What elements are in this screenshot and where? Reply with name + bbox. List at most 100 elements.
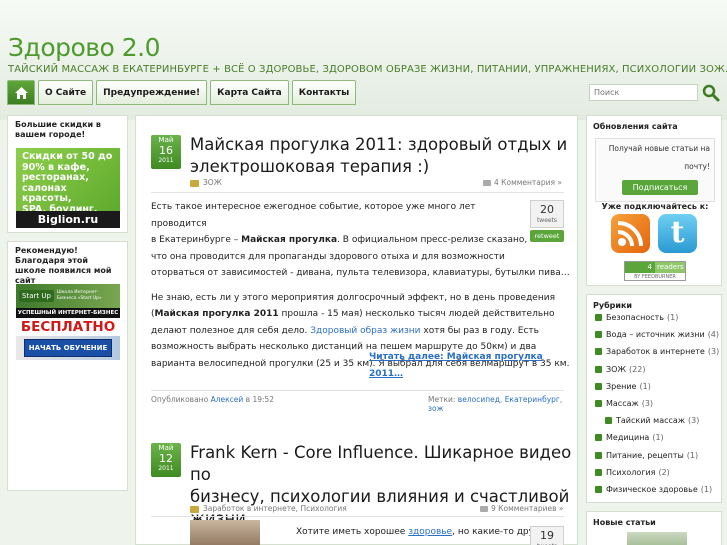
nav-warning[interactable]: Предупреждение!: [96, 80, 208, 105]
startup-banner[interactable]: Start Up Школа Интернет-Бизнеса «Start U…: [16, 284, 120, 360]
rubric-count: (1): [686, 450, 699, 460]
rubric-item[interactable]: Заработок в интернете (3): [595, 347, 719, 356]
start-learning-button[interactable]: НАЧАТЬ ОБУЧЕНИЕ: [23, 339, 113, 357]
rubric-item[interactable]: Массаж (3): [595, 399, 653, 408]
banner-line: салонах красоты,: [22, 182, 72, 204]
tweet-count: 19: [540, 529, 554, 542]
folder-icon: [595, 348, 602, 356]
divider: [151, 516, 564, 517]
rubric-count: (1): [652, 433, 664, 443]
subscribe-button[interactable]: Подписаться: [622, 180, 698, 195]
rubric-count: (1): [700, 485, 713, 494]
post-excerpt: Хотите иметь хорошее здоровье, но какие-…: [296, 527, 551, 537]
post-comments-link[interactable]: 9 Комментариев »: [491, 504, 564, 513]
text-line: делают полезное для себя дело. Здоровый …: [151, 325, 539, 336]
post-category-link[interactable]: Заработок в интернете, Психология: [203, 504, 347, 513]
post-title-line[interactable]: Майская прогулка 2011: здоровый отдых и: [190, 134, 567, 156]
twitter-icon[interactable]: t: [658, 214, 697, 253]
rubric-label[interactable]: ЗОЖ: [606, 365, 626, 374]
rss-icon[interactable]: [611, 214, 650, 253]
rubric-item[interactable]: Медицина (1): [595, 433, 664, 442]
bold-keyword: Майская прогулка: [241, 235, 338, 245]
rubric-item[interactable]: Тайский массаж (3): [605, 416, 699, 425]
post-excerpt: Есть такое интересное ежегодное событие,…: [151, 183, 570, 372]
rubric-label[interactable]: Вода – источник жизни: [606, 330, 705, 339]
rubric-label[interactable]: Зрение: [606, 382, 636, 391]
text-line: (Майская прогулка 2011 прошла - 15 мая) …: [151, 309, 555, 319]
rubric-item[interactable]: Зрение (1): [595, 382, 651, 391]
tag-link[interactable]: Екатеринбург: [505, 395, 560, 404]
nav-home-button[interactable]: [7, 80, 35, 105]
new-article-thumb[interactable]: [627, 532, 687, 545]
rubric-count: (3): [641, 399, 654, 408]
main-content: Май 16 2011 Майская прогулка 2011: здоро…: [135, 115, 578, 545]
subscribe-box: Получай новые статьи на почту! Подписать…: [595, 138, 715, 202]
rubric-label[interactable]: Медицина: [606, 433, 649, 442]
tweet-count: 20: [540, 203, 554, 216]
rubric-label[interactable]: Заработок в интернете: [606, 347, 705, 356]
rubric-label[interactable]: Безопасность: [606, 313, 664, 322]
rubrics-title: Рубрики: [593, 301, 633, 310]
tag-link[interactable]: велосипед: [458, 395, 500, 404]
comment-icon: [480, 506, 488, 512]
rubric-count: (1): [667, 313, 679, 322]
discount-widget: Большие скидки в вашем городе! Скидки от…: [7, 115, 128, 233]
rubric-label[interactable]: Питание, рецепты: [606, 451, 684, 460]
subscribe-text: Получай новые статьи на почту!: [608, 144, 710, 171]
health-link[interactable]: здоровье: [408, 527, 452, 537]
rubric-label[interactable]: Физическое здоровье: [606, 485, 698, 494]
nav-contacts[interactable]: Контакты: [291, 80, 357, 105]
rubric-item[interactable]: ЗОЖ (22): [595, 365, 645, 374]
post-year: 2011: [158, 157, 174, 164]
feed-label: readers: [655, 262, 685, 273]
rubric-label[interactable]: Психология: [606, 468, 655, 477]
post-category[interactable]: Заработок в интернете, Психология: [190, 504, 347, 513]
nav-about[interactable]: О Сайте: [38, 80, 94, 105]
folder-icon: [595, 365, 602, 373]
rubric-label[interactable]: Тайский массаж: [616, 416, 685, 425]
banner-line: Скидки от 50 до: [22, 151, 113, 162]
search-icon[interactable]: [702, 84, 720, 102]
folder-icon: [190, 505, 199, 513]
search-input[interactable]: [589, 84, 698, 101]
rubric-count: (2): [658, 467, 670, 477]
tweetmeme-counter[interactable]: 20 tweets: [530, 200, 564, 228]
feedburner-counter[interactable]: 4 readers BY FEEDBURNER: [624, 261, 686, 281]
post-date-badge: Май 16 2011: [151, 135, 181, 169]
divider: [151, 390, 564, 391]
updates-title: Обновления сайта: [593, 122, 678, 131]
tag-link[interactable]: зож: [428, 404, 443, 413]
biglion-banner[interactable]: Скидки от 50 до 90% в кафе, ресторанах, …: [16, 148, 120, 228]
site-tagline: ТАЙСКИЙ МАССАЖ В ЕКАТЕРИНБУРГЕ + ВСЁ О З…: [8, 64, 727, 75]
retweet-button[interactable]: retweet: [530, 230, 564, 242]
startup-free: БЕСПЛАТНО: [20, 319, 116, 335]
post-tags: Метки: велосипед, Екатеринбург, зож: [428, 395, 563, 413]
tweet-label: tweets: [536, 217, 558, 224]
post-title-line[interactable]: Frank Kern - Core Influence. Шикарное ви…: [190, 442, 577, 486]
rubric-item[interactable]: Психология (2): [595, 468, 670, 477]
rubric-label[interactable]: Массаж: [606, 399, 639, 408]
banner-line: ресторанах,: [22, 172, 89, 183]
startup-school: Школа Интернет-Бизнеса «Start Up»: [56, 290, 102, 301]
post-title[interactable]: Майская прогулка 2011: здоровый отдых и …: [190, 134, 567, 178]
discount-widget-title: Большие скидки в вашем городе!: [15, 120, 101, 139]
rubric-item[interactable]: Вода – источник жизни (4): [595, 330, 719, 339]
post-day: 12: [159, 452, 173, 465]
post-byline: Опубликовано Алексей в 19:52: [151, 395, 275, 404]
post-comments[interactable]: 9 Комментариев »: [480, 504, 564, 513]
rubric-item[interactable]: Безопасность (1): [595, 313, 678, 322]
rubric-item[interactable]: Питание, рецепты (1): [595, 451, 698, 460]
right-sidebar: Обновления сайта Получай новые статьи на…: [586, 115, 722, 545]
site-title[interactable]: Здорово 2.0: [8, 33, 161, 62]
author-link[interactable]: Алексей: [211, 395, 244, 404]
post-title-line[interactable]: электрошоковая терапия :): [190, 156, 567, 178]
post-thumbnail[interactable]: [190, 520, 260, 545]
bold-keyword: Майская прогулка 2011: [154, 309, 279, 319]
nav-sitemap[interactable]: Карта Сайта: [210, 80, 289, 105]
read-more-link[interactable]: Читать далее: Майская прогулка 2011…: [369, 349, 577, 382]
folder-icon: [595, 486, 602, 493]
tweetmeme-counter[interactable]: 19 tweets: [530, 526, 564, 545]
healthy-life-link[interactable]: Здоровый образ жизни: [310, 326, 423, 336]
text-line: Есть такое интересное ежегодное событие,…: [151, 202, 476, 229]
rubric-item[interactable]: Физическое здоровье (1): [595, 485, 712, 494]
